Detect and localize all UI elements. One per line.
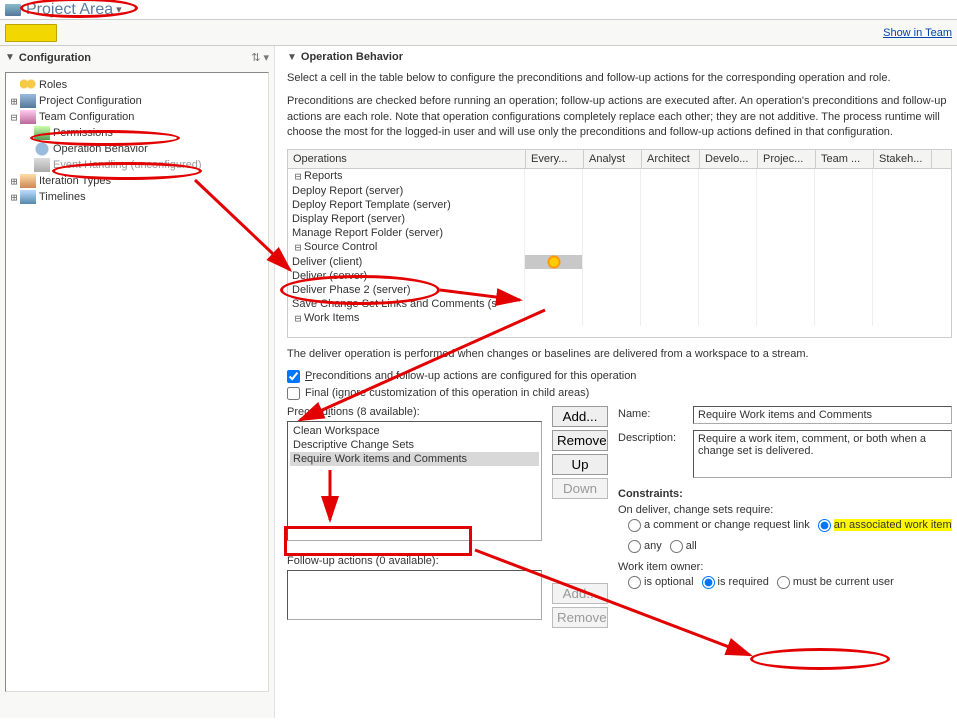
preconditions-column: Preconditions (8 available): Clean Works… [287, 406, 542, 628]
description-field[interactable]: Require a work item, comment, or both wh… [693, 430, 952, 478]
tree-item-team-config[interactable]: ⊟Team Configuration [8, 109, 266, 125]
col-developer[interactable]: Develo... [700, 150, 758, 168]
preconditions-label: Preconditions (8 available): [287, 406, 542, 418]
col-team[interactable]: Team ... [816, 150, 874, 168]
workitem-owner-label: Work item owner: [618, 561, 952, 573]
op-row-deliver-client[interactable]: Deliver (client) [288, 255, 951, 269]
radio-any[interactable]: any [628, 540, 662, 553]
up-button[interactable]: Up [552, 454, 608, 475]
col-everyone[interactable]: Every... [526, 150, 584, 168]
col-stakeholder[interactable]: Stakeh... [874, 150, 932, 168]
deliver-description: The deliver operation is performed when … [287, 348, 952, 360]
timeline-icon [20, 190, 36, 204]
description-label: Description: [618, 430, 693, 444]
op-desc1: Select a cell in the table below to conf… [287, 71, 952, 86]
op-row-deliver-server[interactable]: Deliver (server) [288, 269, 951, 283]
preconditions-buttons: Add... Remove Up Down Add... Remove [552, 406, 608, 628]
radio-required[interactable]: is required [702, 576, 769, 589]
name-label: Name: [618, 406, 693, 420]
final-checkbox[interactable] [287, 387, 300, 400]
add-button-2: Add... [552, 583, 608, 604]
toolbar-button[interactable] [5, 24, 57, 42]
add-button[interactable]: Add... [552, 406, 608, 427]
role-icon [545, 255, 563, 269]
list-item[interactable]: Clean Workspace [290, 424, 539, 438]
operation-icon [34, 142, 50, 156]
tree-item-roles[interactable]: Roles [8, 77, 266, 93]
title-dropdown[interactable]: ▾ [116, 3, 122, 16]
op-row-deploy-report[interactable]: Deploy Report (server) [288, 184, 951, 198]
check-label-preconditions: reconditions and follow-up actions are c… [312, 370, 636, 382]
panel-tools[interactable]: ⇅ ▾ [251, 51, 269, 64]
config-panel-title: Configuration [19, 52, 91, 64]
op-row-save-cs[interactable]: Save Change Set Links and Comments (s [288, 297, 951, 311]
page-title: Project Area [26, 1, 113, 19]
op-row-reports[interactable]: ⊟Reports [288, 169, 951, 184]
op-row-manage-folder[interactable]: Manage Report Folder (server) [288, 226, 951, 240]
tree-item-permissions[interactable]: Permissions [8, 125, 266, 141]
roles-icon [20, 78, 36, 92]
down-button: Down [552, 478, 608, 499]
col-architect[interactable]: Architect [642, 150, 700, 168]
team-icon [20, 110, 36, 124]
tree-item-project-config[interactable]: ⊞Project Configuration [8, 93, 266, 109]
on-deliver-label: On deliver, change sets require: [618, 504, 952, 516]
radio-optional[interactable]: is optional [628, 576, 694, 589]
panel-twisty[interactable]: ▼ [287, 52, 297, 63]
titlebar: Project Area ▾ [0, 0, 957, 20]
config-icon [20, 94, 36, 108]
detail-column: Name: Require Work items and Comments De… [618, 406, 952, 628]
op-row-work-items[interactable]: ⊟Work Items [288, 311, 951, 326]
show-in-team-link[interactable]: Show in Team [883, 27, 952, 39]
col-operations[interactable]: Operations [288, 150, 526, 168]
op-row-source-control[interactable]: ⊟Source Control [288, 240, 951, 255]
list-item[interactable]: Descriptive Change Sets [290, 438, 539, 452]
preconditions-checkbox[interactable] [287, 370, 300, 383]
event-icon [34, 158, 50, 172]
operation-behavior-panel: ▼ Operation Behavior Select a cell in th… [275, 46, 957, 718]
op-row-deliver-p2[interactable]: Deliver Phase 2 (server) [288, 283, 951, 297]
project-icon [5, 4, 21, 16]
col-project[interactable]: Projec... [758, 150, 816, 168]
panel-twisty[interactable]: ▼ [5, 52, 15, 63]
remove-button[interactable]: Remove [552, 430, 608, 451]
followup-label: Follow-up actions (0 available): [287, 555, 542, 567]
tree-item-timelines[interactable]: ⊞Timelines [8, 189, 266, 205]
radio-comment[interactable]: a comment or change request link [628, 519, 810, 532]
op-table-header: Operations Every... Analyst Architect De… [288, 150, 951, 169]
tree-item-operation-behavior[interactable]: Operation Behavior [8, 141, 266, 157]
op-panel-title: Operation Behavior [301, 51, 403, 63]
radio-associated-work-item[interactable]: an associated work item [818, 519, 952, 532]
op-row-display-report[interactable]: Display Report (server) [288, 212, 951, 226]
list-item-selected[interactable]: Require Work items and Comments [290, 452, 539, 466]
preconditions-list[interactable]: Clean Workspace Descriptive Change Sets … [287, 421, 542, 541]
radio-all[interactable]: all [670, 540, 697, 553]
remove-button-2: Remove [552, 607, 608, 628]
radio-current-user[interactable]: must be current user [777, 576, 894, 589]
constraints-label: Constraints: [618, 488, 952, 500]
tree-item-event-handling[interactable]: Event Handling (unconfigured) [8, 157, 266, 173]
preconditions-checkbox-row[interactable]: Preconditions and follow-up actions are … [287, 370, 952, 383]
configuration-panel: ▼ Configuration ⇅ ▾ Roles ⊞Project Confi… [0, 46, 275, 718]
name-field[interactable]: Require Work items and Comments [693, 406, 952, 424]
permissions-icon [34, 126, 50, 140]
tree-item-iteration-types[interactable]: ⊞Iteration Types [8, 173, 266, 189]
configuration-tree: Roles ⊞Project Configuration ⊟Team Confi… [5, 72, 269, 692]
op-row-deploy-tmpl[interactable]: Deploy Report Template (server) [288, 198, 951, 212]
operations-table: Operations Every... Analyst Architect De… [287, 149, 952, 338]
toolbar: Show in Team [0, 20, 957, 46]
op-desc2: Preconditions are checked before running… [287, 94, 952, 140]
final-checkbox-row[interactable]: Final (ignore customization of this oper… [287, 387, 952, 400]
followup-list[interactable] [287, 570, 542, 620]
col-analyst[interactable]: Analyst [584, 150, 642, 168]
iteration-icon [20, 174, 36, 188]
